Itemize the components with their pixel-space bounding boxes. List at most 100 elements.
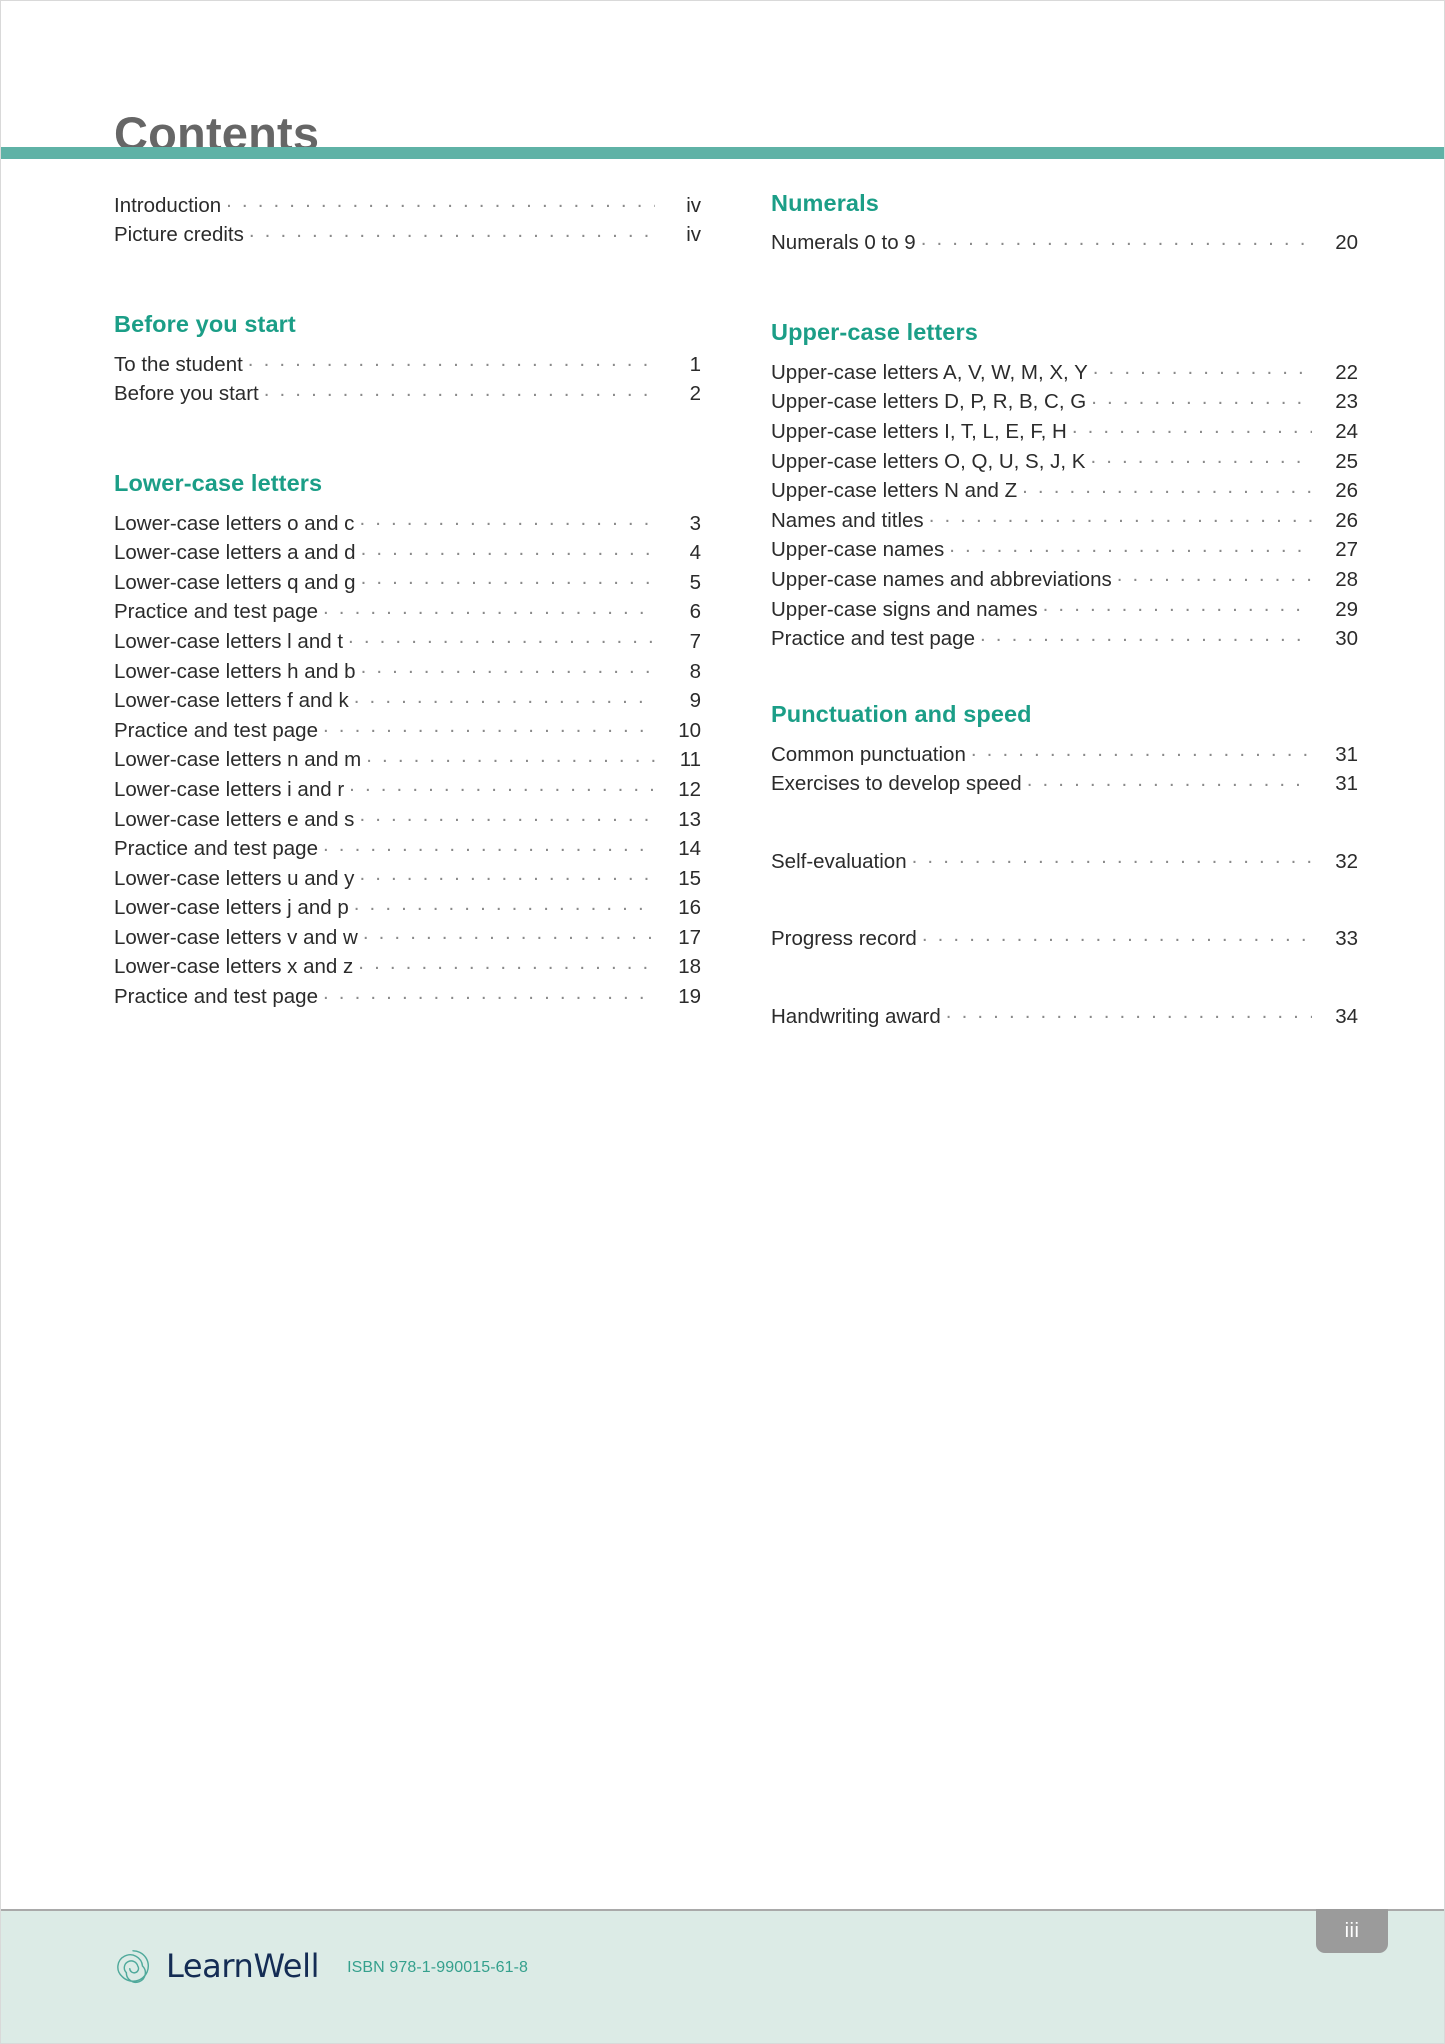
toc-leader-dots <box>323 716 655 737</box>
toc-columns: Introduction iv Picture credits iv Before yo… <box>114 190 1359 1032</box>
toc-entry[interactable]: Lower-case letters e and s 13 <box>114 805 701 835</box>
toc-entry-label: Practice and test page <box>114 985 318 1009</box>
toc-entry-label: Lower-case letters a and d <box>114 541 356 565</box>
toc-entry-page-number: 34 <box>1335 1004 1358 1028</box>
toc-leader-dots <box>949 536 1312 557</box>
toc-entry[interactable]: Lower-case letters j and p 16 <box>114 894 701 924</box>
toc-leader-dots <box>323 835 655 856</box>
toc-entry-label: Upper-case names <box>771 538 945 562</box>
toc-entry[interactable]: Picture credits iv <box>114 221 701 251</box>
toc-entry-page-number: 19 <box>678 985 701 1009</box>
toc-section: Numerals Numerals 0 to 9 20 <box>771 190 1358 259</box>
toc-leader-dots <box>922 925 1312 946</box>
toc-entry[interactable]: Upper-case letters D, P, R, B, C, G 23 <box>771 388 1358 418</box>
toc-entry-page-number: 2 <box>689 382 701 406</box>
toc-leader-dots <box>359 805 655 826</box>
toc-entry-page-number: 22 <box>1335 360 1358 384</box>
toc-entry-label: Lower-case letters f and k <box>114 689 349 713</box>
toc-entry[interactable]: Lower-case letters f and k 9 <box>114 687 701 717</box>
toc-entry-page-number: 10 <box>678 718 701 742</box>
toc-entry-page-number: 18 <box>678 955 701 979</box>
toc-entry-page-number: 6 <box>689 600 701 624</box>
toc-entry[interactable]: Progress record 33 <box>771 925 1358 955</box>
toc-entry[interactable]: Upper-case names 27 <box>771 536 1358 566</box>
toc-entry-page-number: 8 <box>689 659 701 683</box>
toc-entry-label: Numerals 0 to 9 <box>771 231 916 255</box>
toc-leader-dots <box>1027 770 1312 791</box>
toc-entry-label: Practice and test page <box>114 600 318 624</box>
toc-entry[interactable]: Practice and test page 19 <box>114 983 701 1013</box>
toc-entry-page-number: 12 <box>678 777 701 801</box>
toc-leader-dots <box>361 568 655 589</box>
brand-name: LearnWell <box>166 1947 320 1985</box>
toc-entry[interactable]: Lower-case letters q and g 5 <box>114 568 701 598</box>
toc-leader-dots <box>226 191 655 212</box>
spiral-logo-icon <box>114 1947 152 1985</box>
toc-entry-label: Lower-case letters u and y <box>114 866 355 890</box>
toc-entry[interactable]: Lower-case letters o and c 3 <box>114 509 701 539</box>
toc-entry-label: Upper-case letters I, T, L, E, F, H <box>771 419 1067 443</box>
toc-leader-dots <box>248 350 655 371</box>
toc-entry[interactable]: Exercises to develop speed 31 <box>771 770 1358 800</box>
toc-entry[interactable]: Upper-case letters I, T, L, E, F, H 24 <box>771 417 1358 447</box>
toc-entry-label: Lower-case letters e and s <box>114 807 355 831</box>
toc-entry-label: Lower-case letters j and p <box>114 896 349 920</box>
toc-entry-label: Upper-case names and abbreviations <box>771 567 1112 591</box>
toc-entry[interactable]: Upper-case letters A, V, W, M, X, Y 22 <box>771 358 1358 388</box>
toc-entry[interactable]: Before you start 2 <box>114 380 701 410</box>
toc-leader-dots <box>1072 417 1312 438</box>
toc-entry[interactable]: Practice and test page 14 <box>114 835 701 865</box>
toc-section: Upper-case letters Upper-case letters A, … <box>771 320 1358 654</box>
toc-entry[interactable]: Upper-case signs and names 29 <box>771 595 1358 625</box>
toc-entry[interactable]: Upper-case letters N and Z 26 <box>771 477 1358 507</box>
toc-entry[interactable]: Introduction iv <box>114 191 701 221</box>
toc-section: Lower-case letters Lower-case letters o a… <box>114 470 701 1013</box>
toc-entry[interactable]: Lower-case letters h and b 8 <box>114 657 701 687</box>
toc-entry-label: Upper-case letters O, Q, U, S, J, K <box>771 449 1086 473</box>
toc-leader-dots <box>359 864 655 885</box>
toc-entry[interactable]: Upper-case letters O, Q, U, S, J, K 25 <box>771 447 1358 477</box>
toc-entry[interactable]: Practice and test page 6 <box>114 598 701 628</box>
toc-entry-label: Practice and test page <box>771 627 975 651</box>
toc-section: Introduction iv Picture credits iv <box>114 191 701 250</box>
toc-leader-dots <box>366 746 655 767</box>
toc-entry-page-number: 26 <box>1335 479 1358 503</box>
toc-entry-label: Upper-case letters A, V, W, M, X, Y <box>771 360 1088 384</box>
toc-entry[interactable]: Practice and test page 10 <box>114 716 701 746</box>
toc-entry-page-number: 16 <box>678 896 701 920</box>
toc-leader-dots <box>971 740 1312 761</box>
toc-section-heading: Lower-case letters <box>114 470 323 497</box>
toc-entry[interactable]: Lower-case letters u and y 15 <box>114 864 701 894</box>
toc-section-heading: Upper-case letters <box>771 319 978 346</box>
toc-entry[interactable]: Lower-case letters x and z 18 <box>114 953 701 983</box>
toc-section-heading: Numerals <box>771 190 879 216</box>
toc-entry[interactable]: Lower-case letters a and d 4 <box>114 539 701 569</box>
toc-entry[interactable]: Self-evaluation 32 <box>771 847 1358 877</box>
toc-section: Before you start To the student 1 Before yo… <box>114 311 701 410</box>
toc-entry[interactable]: Upper-case names and abbreviations 28 <box>771 565 1358 595</box>
toc-leader-dots <box>980 625 1312 646</box>
toc-entry-label: Progress record <box>771 927 917 951</box>
toc-section: Handwriting award 34 <box>771 1002 1358 1032</box>
toc-entry-page-number: 26 <box>1335 508 1358 532</box>
toc-entry-label: Upper-case letters D, P, R, B, C, G <box>771 390 1087 414</box>
toc-entry-label: Lower-case letters v and w <box>114 925 358 949</box>
toc-leader-dots <box>363 923 655 944</box>
toc-entry[interactable]: Numerals 0 to 9 20 <box>771 229 1358 259</box>
toc-leader-dots <box>349 775 655 796</box>
toc-entry[interactable]: To the student 1 <box>114 350 701 380</box>
toc-leader-dots <box>1022 477 1312 498</box>
toc-entry[interactable]: Common punctuation 31 <box>771 740 1358 770</box>
toc-entry[interactable]: Handwriting award 34 <box>771 1002 1358 1032</box>
toc-entry-page-number: 27 <box>1335 538 1358 562</box>
toc-leader-dots <box>1090 447 1312 468</box>
toc-entry[interactable]: Lower-case letters v and w 17 <box>114 923 701 953</box>
toc-entry[interactable]: Lower-case letters i and r 12 <box>114 775 701 805</box>
toc-entry[interactable]: Names and titles 26 <box>771 506 1358 536</box>
toc-entry[interactable]: Practice and test page 30 <box>771 625 1358 655</box>
toc-entry-page-number: 31 <box>1335 742 1358 766</box>
brand-lockup: LearnWell ISBN 978-1-990015-61-8 <box>114 1947 528 1985</box>
toc-entry[interactable]: Lower-case letters l and t 7 <box>114 627 701 657</box>
toc-column-right: Numerals Numerals 0 to 9 20 Upper-case lett… <box>771 190 1358 1032</box>
toc-entry[interactable]: Lower-case letters n and m 11 <box>114 746 701 776</box>
